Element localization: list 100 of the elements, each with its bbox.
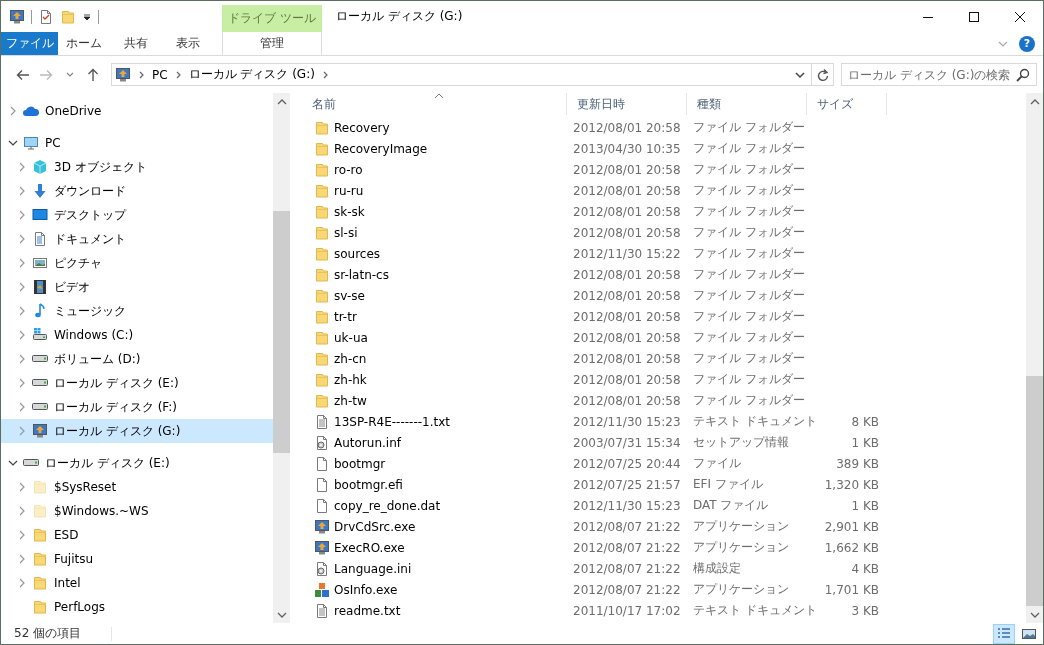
file-type: ファイル フォルダー [693, 350, 805, 367]
nav-item[interactable]: ローカル ディスク (G:) [1, 419, 273, 443]
nav-item[interactable]: OneDrive [1, 99, 273, 123]
nav-item[interactable]: ローカル ディスク (F:) [1, 395, 273, 419]
file-size: 1,320 KB [824, 477, 879, 492]
folder-icon [32, 479, 48, 495]
file-icon [314, 455, 330, 472]
file-name[interactable]: sk-sk [334, 204, 365, 219]
document-icon [32, 231, 48, 247]
file-type: ファイル フォルダー [693, 224, 805, 241]
scrollbar[interactable] [1026, 93, 1043, 623]
dropdown-icon [82, 11, 92, 22]
file-name[interactable]: sources [334, 246, 381, 261]
file-name[interactable]: DrvCdSrc.exe [334, 519, 416, 534]
modified-date: 2012/11/30 15:23 [573, 498, 681, 513]
nav-item[interactable]: ローカル ディスク (E:) [1, 451, 273, 475]
scrollbar-thumb[interactable] [1026, 376, 1043, 606]
modified-date: 2012/08/01 20:58 [573, 393, 681, 408]
nav-item[interactable]: ドキュメント [1, 227, 273, 251]
file-name[interactable]: OsInfo.exe [334, 582, 398, 597]
nav-item[interactable]: デスクトップ [1, 203, 273, 227]
nav-item[interactable]: PerfLogs [1, 595, 273, 619]
file-name[interactable]: 13SP-R4E-------1.txt [334, 414, 450, 429]
nav-item[interactable]: $SysReset [1, 475, 273, 499]
nav-item[interactable]: 3D オブジェクト [1, 155, 273, 179]
ribbon-tab[interactable]: ホーム [58, 32, 110, 55]
modified-date: 2012/08/07 21:22 [573, 582, 681, 597]
modified-date: 2012/08/01 20:58 [573, 162, 681, 177]
nav-item[interactable]: ボリューム (D:) [1, 347, 273, 371]
file-name[interactable]: sv-se [334, 288, 365, 303]
caret-up-icon [276, 97, 287, 106]
file-name[interactable]: Recovery [334, 120, 390, 135]
file-name[interactable]: ro-ro [334, 162, 363, 177]
modified-date: 2012/08/01 20:58 [573, 120, 681, 135]
nav-item[interactable]: $Windows.~WS [1, 499, 273, 523]
nav-item[interactable]: ローカル ディスク (E:) [1, 371, 273, 395]
file-name[interactable]: uk-ua [334, 330, 368, 345]
search-field[interactable]: ローカル ディスク (G:)の検索 [841, 63, 1037, 86]
file-name[interactable]: Autorun.inf [334, 435, 401, 450]
refresh-button[interactable] [811, 63, 835, 86]
folder-icon [32, 503, 48, 519]
nav-item[interactable]: Intel [1, 571, 273, 595]
file-size: 4 KB [851, 561, 879, 576]
ribbon-tab[interactable]: 表示 [162, 32, 214, 55]
file-name[interactable]: sl-si [334, 225, 358, 240]
breadcrumb-item[interactable]: ローカル ディスク (G:) [188, 66, 315, 83]
nav-item[interactable]: ビデオ [1, 275, 273, 299]
address-bar[interactable]: PC ローカル ディスク (G:) [110, 63, 812, 86]
column-header[interactable]: 種類 [687, 93, 807, 115]
folder-icon [314, 203, 330, 220]
scrollbar[interactable] [273, 93, 290, 623]
desktop-icon [32, 207, 48, 223]
file-size: 3 KB [851, 603, 879, 618]
film-icon [32, 279, 48, 295]
file-name[interactable]: zh-cn [334, 351, 367, 366]
chevron-down-icon [794, 70, 805, 79]
modified-date: 2012/11/30 15:22 [573, 246, 681, 261]
file-name[interactable]: bootmgr [334, 456, 386, 471]
nav-item[interactable]: Fujitsu [1, 547, 273, 571]
modified-date: 2012/07/25 20:44 [573, 456, 681, 471]
nav-item[interactable]: ESD [1, 523, 273, 547]
scrollbar-thumb[interactable] [273, 211, 290, 453]
file-type: ファイル フォルダー [693, 119, 805, 136]
file-icon [314, 497, 330, 514]
file-type: ファイル フォルダー [693, 161, 805, 178]
nav-item[interactable]: ミュージック [1, 299, 273, 323]
file-name[interactable]: sr-latn-cs [334, 267, 389, 282]
details-view-button[interactable] [993, 623, 1015, 644]
file-name[interactable]: readme.txt [334, 603, 401, 618]
file-name[interactable]: zh-hk [334, 372, 367, 387]
file-name[interactable]: bootmgr.efi [334, 477, 403, 492]
ribbon-tab[interactable]: 共有 [110, 32, 162, 55]
file-name[interactable]: zh-tw [334, 393, 367, 408]
music-note-icon [32, 303, 48, 319]
help-button[interactable]: ? [1019, 35, 1035, 52]
nav-item[interactable]: ピクチャ [1, 251, 273, 275]
modified-date: 2011/10/17 17:02 [573, 603, 681, 618]
nav-item[interactable]: PC [1, 131, 273, 155]
file-size: 1 KB [851, 435, 879, 450]
file-type: ファイル フォルダー [693, 140, 805, 157]
folder-icon [314, 350, 330, 367]
nav-item[interactable]: ダウンロード [1, 179, 273, 203]
breadcrumb-item[interactable]: PC [151, 67, 168, 82]
file-name[interactable]: Language.ini [334, 561, 412, 576]
file-size: 2,901 KB [824, 519, 879, 534]
column-header[interactable]: サイズ [807, 93, 887, 115]
file-name[interactable]: ExecRO.exe [334, 540, 405, 555]
column-header[interactable]: 更新日時 [567, 93, 687, 115]
monitor-icon [32, 423, 48, 439]
nav-item[interactable]: Windows (C:) [1, 323, 273, 347]
file-name[interactable]: RecoveryImage [334, 141, 428, 156]
folder-icon [314, 287, 330, 304]
file-type: アプリケーション [693, 518, 789, 535]
folder-icon [32, 527, 48, 543]
file-tab[interactable]: ファイル [1, 32, 58, 55]
file-name[interactable]: ru-ru [334, 183, 364, 198]
file-name[interactable]: tr-tr [334, 309, 357, 324]
customize-toolbar-button[interactable] [82, 11, 92, 22]
column-header[interactable]: 名前 [302, 93, 567, 115]
file-name[interactable]: copy_re_done.dat [334, 498, 441, 513]
